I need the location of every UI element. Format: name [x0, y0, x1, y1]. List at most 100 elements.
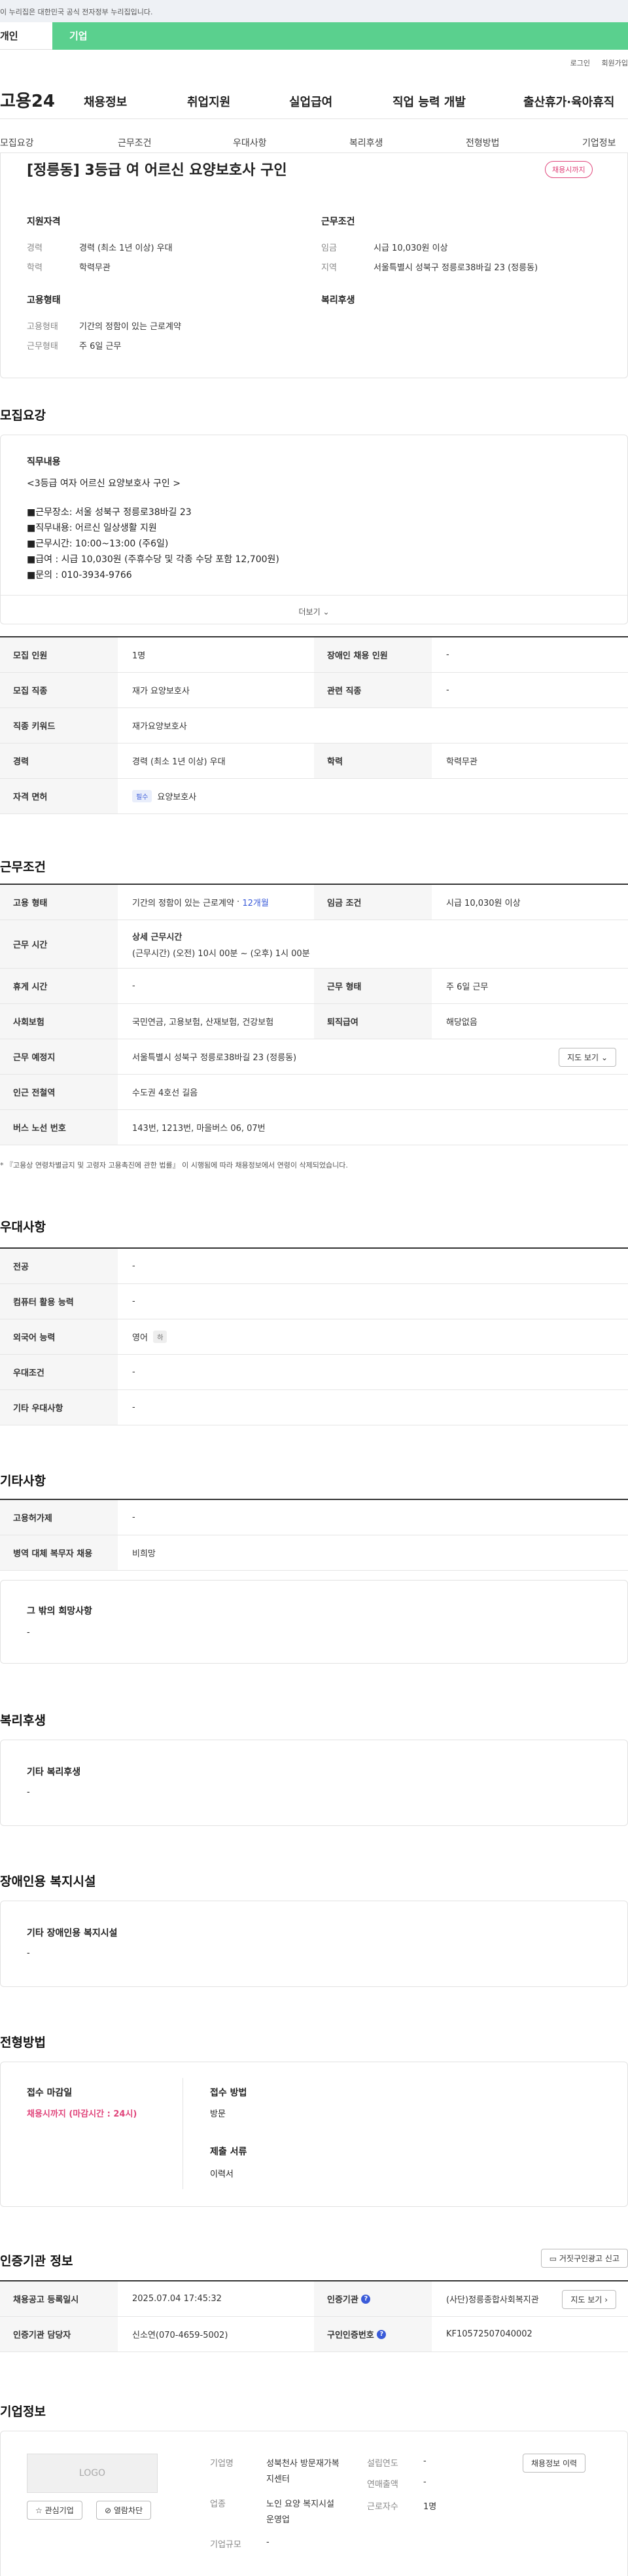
- duty-line: ■근무시간: 10:00~13:00 (주6일): [27, 539, 169, 549]
- report-fake-ad-button[interactable]: ▭ 거짓구인광고 신고: [540, 2249, 628, 2268]
- menu-skills-development[interactable]: 직업 능력 개발: [392, 93, 466, 110]
- hours-detail: (근무시간) (오전) 10시 00분 ~ (오후) 1시 00분: [132, 948, 310, 959]
- anchor-company[interactable]: 기업정보: [582, 136, 616, 149]
- emp-title: 고용형태: [27, 295, 61, 306]
- menu-parental-leave[interactable]: 출산휴가·육아휴직: [523, 93, 614, 110]
- cond-wage-value: 시급 10,030원 이상: [374, 243, 448, 253]
- cert-map-button[interactable]: 지도 보기 ›: [562, 2290, 616, 2309]
- table-cell: 해당없음: [446, 1018, 478, 1028]
- welfare-box-value: -: [27, 1787, 30, 1797]
- gov-banner: 이 누리집은 대한민국 공식 전자정부 누리집입니다.: [0, 0, 628, 22]
- table-cell: 신소연(070-4659-5002): [132, 2331, 228, 2340]
- table-cell: 시급 10,030원 이상: [446, 899, 521, 908]
- etc-section-title: 기타사항: [0, 1474, 46, 1488]
- welfare-box-title: 기타 복리후생: [27, 1767, 81, 1778]
- table-row: 우대조건 -: [0, 1355, 628, 1390]
- table-cell: 주 6일 근무: [446, 982, 489, 992]
- table-header: 학력: [314, 743, 432, 778]
- emp-period-value: 12개월: [242, 899, 269, 908]
- anchor-welfare[interactable]: 복리후생: [349, 136, 383, 149]
- recruit-section-title: 모집요강: [0, 408, 46, 423]
- table-row: 고용허가제 -: [0, 1500, 628, 1535]
- job-summary-card: [정릉동] 3등급 여 어르신 요양보호사 구인 채용시까지 지원자격 경력 경…: [0, 153, 628, 378]
- table-cell: 1명: [132, 651, 146, 661]
- table-cell: 경력 (최소 1년 이상) 우대: [132, 757, 226, 767]
- table-header: 퇴직급여: [314, 1004, 432, 1039]
- table-header: 전공: [0, 1249, 118, 1283]
- table-header: 근무 시간: [0, 920, 118, 968]
- qual-career-label: 경력: [27, 243, 43, 253]
- menu-employment-support[interactable]: 취업지원: [187, 93, 230, 110]
- table-header: 관련 직종: [314, 673, 432, 707]
- table-cell: -: [132, 1403, 135, 1412]
- company-name-label: 기업명: [210, 2459, 234, 2469]
- pref-section-title: 우대사항: [0, 1220, 46, 1234]
- duty-card: 직무내용 <3등급 여자 어르신 요양보호사 구인 > ■근무장소: 서울 성북…: [0, 435, 628, 624]
- welfare-title: 복리후생: [321, 295, 355, 306]
- company-logo: LOGO: [27, 2454, 158, 2493]
- info-icon[interactable]: ?: [377, 2329, 387, 2339]
- table-cell: 기간의 정함이 있는 근로계약 · 12개월: [132, 897, 269, 908]
- anchor-recruit[interactable]: 모집요강: [0, 136, 34, 149]
- anchor-process[interactable]: 전형방법: [466, 136, 500, 149]
- table-row: 고용 형태 기간의 정함이 있는 근로계약 · 12개월 임금 조건 시급 10…: [0, 885, 628, 920]
- user-type-tabs: 개인 기업: [0, 22, 628, 50]
- menu-unemployment-benefit[interactable]: 실업급여: [289, 93, 332, 110]
- block-button-label: 열람차단: [113, 2506, 143, 2515]
- section-anchor-nav: 모집요강 근무조건 우대사항 복리후생 전형방법 기업정보: [0, 132, 628, 153]
- sales-label: 연매출액: [367, 2480, 398, 2490]
- table-row: 병역 대체 복무자 채용 비희망: [0, 1535, 628, 1571]
- info-icon[interactable]: ?: [361, 2294, 371, 2304]
- company-card: LOGO ☆ 관심기업 ⊘ 열람차단 기업명 성북천사 방문재가복지센터 업종 …: [0, 2431, 628, 2576]
- more-button[interactable]: 더보기 ⌄: [1, 595, 627, 624]
- table-row: 인근 전철역 수도권 4호선 길음: [0, 1075, 628, 1110]
- hope-card: 그 밖의 희망사항 -: [0, 1580, 628, 1664]
- founded-value: -: [423, 2456, 427, 2466]
- signup-link[interactable]: 회원가입: [602, 59, 628, 67]
- site-logo[interactable]: 고용24: [0, 88, 55, 112]
- anchor-pref[interactable]: 우대사항: [233, 136, 267, 149]
- table-row: 근무 시간 상세 근무시간 (근무시간) (오전) 10시 00분 ~ (오후)…: [0, 920, 628, 969]
- favorite-company-button[interactable]: ☆ 관심기업: [27, 2501, 82, 2520]
- duty-line: ■문의 : 010-3934-9766: [27, 570, 132, 581]
- anchor-work[interactable]: 근무조건: [118, 136, 152, 149]
- table-row: 기타 우대사항 -: [0, 1390, 628, 1425]
- more-button-label: 더보기: [298, 607, 321, 617]
- tab-individual[interactable]: 개인: [0, 22, 52, 50]
- cert-table: 채용공고 등록일시 2025.07.04 17:45:32 인증기관 ? (사단…: [0, 2280, 628, 2352]
- cert-map-button-label: 지도 보기: [570, 2295, 602, 2304]
- table-header: 경력: [0, 743, 118, 778]
- cond-title: 근무조건: [321, 217, 355, 227]
- menu-jobs[interactable]: 채용정보: [84, 93, 127, 110]
- deadline-title: 접수 마감일: [27, 2088, 73, 2098]
- chevron-down-icon: ⌄: [601, 1053, 608, 1062]
- hiring-history-button[interactable]: 채용정보 이력: [523, 2454, 586, 2473]
- block-view-button[interactable]: ⊘ 열람차단: [96, 2501, 152, 2520]
- table-row: 경력 경력 (최소 1년 이상) 우대 학력 학력무관: [0, 743, 628, 779]
- table-header: 인증기관 ?: [314, 2281, 432, 2316]
- language-value: 영어: [132, 1333, 148, 1343]
- table-row: 자격 면허 필수 요양보호사: [0, 779, 628, 814]
- license-value: 요양보호사: [157, 793, 197, 802]
- table-row: 사회보험 국민연금, 고용보험, 산재보험, 건강보험 퇴직급여 해당없음: [0, 1004, 628, 1039]
- table-cell: 수도권 4호선 길음: [132, 1088, 198, 1098]
- table-header: 모집 인원: [0, 637, 118, 672]
- disabled-card: 기타 장애인용 복지시설 -: [0, 1901, 628, 1987]
- duty-line: ■급여 : 시급 10,030원 (주휴수당 및 각종 수당 포함 12,700…: [27, 554, 279, 565]
- company-section-title: 기업정보: [0, 2405, 46, 2419]
- pref-table: 전공 - 컴퓨터 활용 능력 - 외국어 능력 영어 하 우대조건 - 기타 우대사항 -: [0, 1247, 628, 1425]
- hope-value: -: [27, 1628, 30, 1637]
- etc-table: 고용허가제 - 병역 대체 복무자 채용 비희망: [0, 1499, 628, 1571]
- cert-number-label: 구인인증번호: [327, 2331, 374, 2340]
- table-header: 근무 형태: [314, 969, 432, 1003]
- emp-type-value: 기간의 정함이 있는 근로계약: [79, 322, 181, 332]
- tab-company[interactable]: 기업: [52, 22, 628, 50]
- disabled-box-title: 기타 장애인용 복지시설: [27, 1928, 118, 1939]
- table-cell: 학력무관: [446, 757, 478, 767]
- login-link[interactable]: 로그인: [570, 59, 590, 67]
- table-cell: 재가 요양보호사: [132, 687, 190, 696]
- table-row: 직종 키워드 재가요양보호사: [0, 708, 628, 743]
- map-button[interactable]: 지도 보기 ⌄: [559, 1048, 616, 1067]
- hope-title: 그 밖의 희망사항: [27, 1606, 92, 1617]
- table-cell: 2025.07.04 17:45:32: [132, 2294, 222, 2304]
